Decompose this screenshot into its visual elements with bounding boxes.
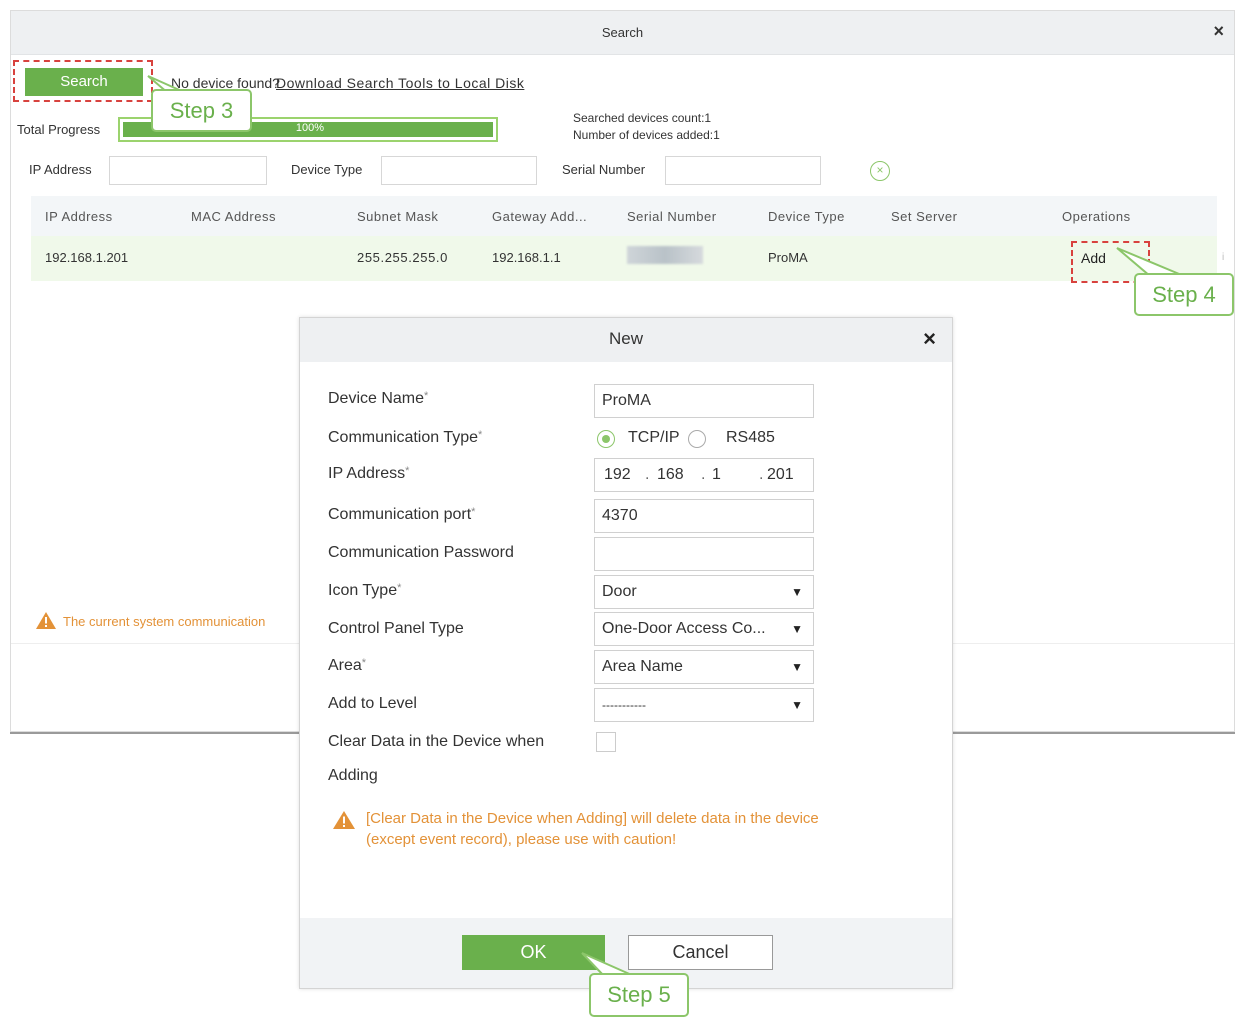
step3-callout: Step 3 xyxy=(151,89,252,132)
step5-callout: Step 5 xyxy=(589,973,689,1017)
callout-pointers xyxy=(147,75,1185,977)
step4-pointer xyxy=(1116,247,1185,277)
step4-callout: Step 4 xyxy=(1134,273,1234,316)
